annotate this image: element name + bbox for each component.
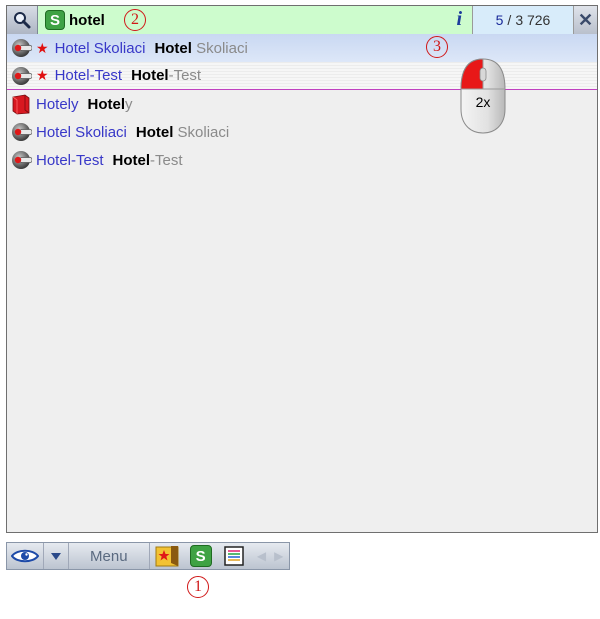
search-s-button[interactable]: S xyxy=(184,543,218,569)
result-row[interactable]: Hotely Hotel y xyxy=(7,90,597,118)
location-pin-icon xyxy=(12,39,32,57)
location-pin-icon xyxy=(12,66,32,85)
close-search-button[interactable]: ✕ xyxy=(574,6,597,34)
search-panel: S hotel i 5 / 3 726 ✕ ★ Hotel Skoliaci H… xyxy=(6,5,598,533)
result-row[interactable]: Hotel-Test Hotel -Test xyxy=(7,146,597,174)
mouse-click-count: 2x xyxy=(475,94,491,110)
category-book-icon xyxy=(12,94,30,115)
counter-separator: / xyxy=(507,12,512,28)
menu-button[interactable]: Menu xyxy=(69,543,150,569)
scroll-right-icon[interactable]: ▶ xyxy=(274,549,283,563)
scroll-left-icon[interactable]: ◀ xyxy=(257,549,266,563)
search-query[interactable]: hotel xyxy=(69,12,105,29)
s-search-icon: S xyxy=(189,545,212,567)
info-icon[interactable]: i xyxy=(456,8,462,31)
counter-current: 5 xyxy=(495,12,504,28)
eye-icon xyxy=(10,549,39,563)
result-row[interactable]: ★ Hotel-Test Hotel -Test xyxy=(7,62,597,90)
search-button[interactable] xyxy=(7,6,38,34)
result-title[interactable]: Hotel Skoliaci xyxy=(36,124,127,141)
toolbar-scroll: ◀ ▶ xyxy=(251,543,289,569)
search-bar: S hotel i 5 / 3 726 ✕ xyxy=(7,6,597,34)
result-title[interactable]: Hotel-Test xyxy=(55,67,123,84)
search-mode-s-icon[interactable]: S xyxy=(45,10,65,30)
poi-button[interactable] xyxy=(150,543,184,569)
result-title[interactable]: Hotel-Test xyxy=(36,152,104,169)
list-view-icon xyxy=(224,546,245,566)
result-rest: Skoliaci xyxy=(196,39,248,57)
counter-total: 3 726 xyxy=(515,12,551,28)
location-pin-icon xyxy=(12,123,32,141)
result-row[interactable]: Hotel Skoliaci Hotel Skoliaci xyxy=(7,118,597,146)
close-icon: ✕ xyxy=(577,9,594,30)
result-title[interactable]: Hotel Skoliaci xyxy=(55,40,146,57)
search-input[interactable]: S hotel i xyxy=(38,6,473,34)
dropdown-arrow-icon xyxy=(50,552,61,560)
double-click-mouse-icon: 2x xyxy=(459,57,507,135)
result-rest: y xyxy=(125,95,133,113)
annotation-marker-1: 1 xyxy=(187,576,209,598)
result-counter: 5 / 3 726 xyxy=(473,6,574,34)
result-match: Hotel xyxy=(135,123,174,141)
location-pin-icon xyxy=(12,151,32,169)
result-match: Hotel xyxy=(131,67,169,84)
result-rest: -Test xyxy=(150,151,183,169)
view-dropdown-button[interactable] xyxy=(42,543,69,569)
bottom-toolbar: Menu S ◀ ▶ xyxy=(6,542,290,570)
magnifier-icon xyxy=(14,12,31,29)
poi-star-icon xyxy=(155,546,179,567)
list-button[interactable] xyxy=(218,543,252,569)
result-rest: -Test xyxy=(168,67,202,84)
favorite-star-icon: ★ xyxy=(36,39,49,56)
result-title[interactable]: Hotely xyxy=(36,96,79,113)
favorite-star-icon: ★ xyxy=(36,67,49,83)
result-match: Hotel xyxy=(112,151,151,169)
result-match: Hotel xyxy=(154,39,192,57)
annotation-marker-3: 3 xyxy=(426,36,448,58)
result-rest: Skoliaci xyxy=(173,123,230,141)
annotation-marker-2: 2 xyxy=(124,9,146,31)
view-button[interactable] xyxy=(7,543,43,569)
result-row[interactable]: ★ Hotel Skoliaci Hotel Skoliaci xyxy=(7,34,597,62)
result-match: Hotel xyxy=(87,95,126,113)
